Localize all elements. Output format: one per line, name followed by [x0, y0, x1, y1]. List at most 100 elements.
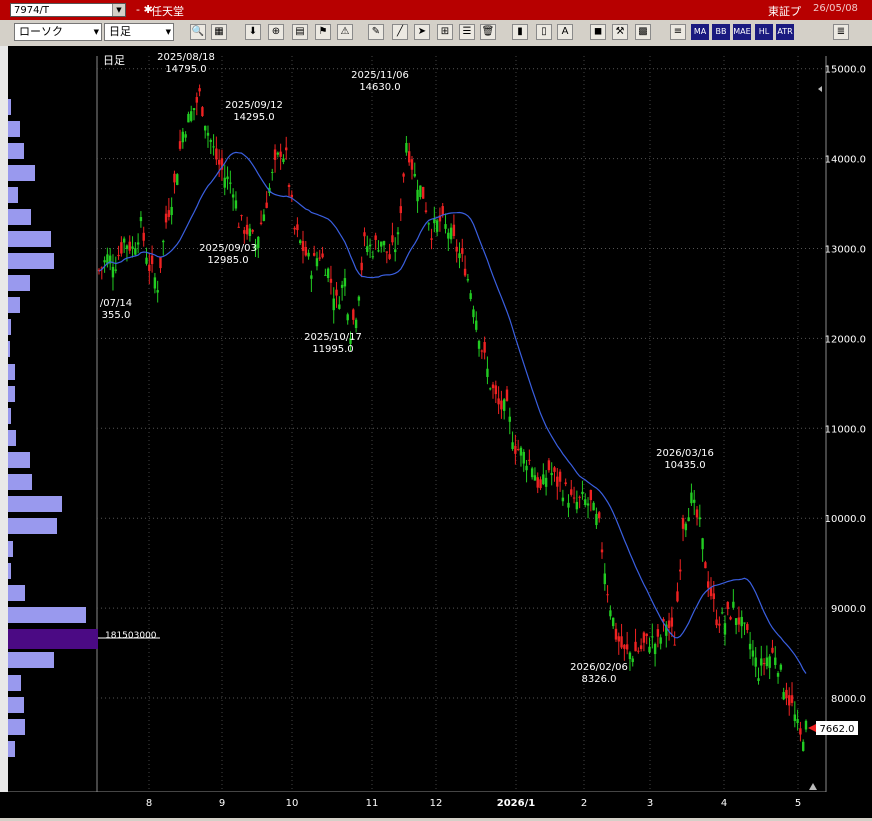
- x-tick-label: 10: [286, 798, 299, 809]
- candle: [338, 304, 341, 309]
- candlestick-chart[interactable]: 8000.0 9000.0 10000.0 11000.0 12000.0 13000.0…: [0, 46, 872, 818]
- date-label: 26/05/08: [813, 3, 858, 14]
- search-icon[interactable]: 🔍: [190, 24, 206, 40]
- candle: [229, 182, 232, 184]
- menu-icon[interactable]: ≣: [833, 24, 849, 40]
- candle: [516, 449, 520, 451]
- annotation-date: 2025/09/12: [225, 100, 283, 111]
- candle: [514, 445, 517, 454]
- candle: [556, 476, 559, 487]
- chart-panel[interactable]: 8000.0 9000.0 10000.0 11000.0 12000.0 13000.0…: [0, 46, 872, 818]
- candle: [209, 140, 212, 142]
- volume-profile-bar: [8, 518, 57, 534]
- candle: [396, 232, 400, 235]
- candle: [382, 241, 386, 246]
- chevron-down-icon[interactable]: ▼: [112, 4, 125, 16]
- candle: [176, 174, 179, 185]
- candle: [804, 720, 808, 730]
- flag-icon[interactable]: ⚑: [315, 24, 331, 40]
- all-icon[interactable]: A: [557, 24, 573, 40]
- chart-type-select[interactable]: ローソク ▼: [14, 23, 102, 41]
- candle: [366, 246, 369, 253]
- zoom-icon[interactable]: ⊕: [268, 24, 284, 40]
- candle: [475, 320, 478, 330]
- volume-profile-bar: [8, 165, 35, 181]
- indicator-ma-button[interactable]: MA: [691, 24, 709, 40]
- candle: [628, 652, 632, 660]
- candle: [592, 502, 595, 511]
- candle: [153, 277, 157, 289]
- candle: [720, 612, 724, 614]
- candle: [103, 260, 106, 263]
- candle: [371, 256, 375, 258]
- candle: [368, 244, 372, 247]
- arrow-down-icon[interactable]: ⬇: [245, 24, 261, 40]
- candle: [203, 125, 207, 131]
- indicator-mae-button[interactable]: MAE: [733, 24, 751, 40]
- x-tick-label: 3: [647, 798, 653, 809]
- candle: [114, 269, 117, 271]
- indicator-hl-button[interactable]: HL: [755, 24, 773, 40]
- x-tick-label: 2026/1: [497, 798, 535, 809]
- candle: [572, 497, 576, 499]
- candle: [743, 622, 746, 624]
- candle: [639, 645, 643, 650]
- candle2-icon[interactable]: ▯: [536, 24, 552, 40]
- volume-profile-bar: [8, 408, 11, 424]
- candle: [681, 518, 685, 529]
- candle: [586, 503, 590, 506]
- box-icon[interactable]: ◼: [590, 24, 606, 40]
- list-icon[interactable]: ☰: [459, 24, 475, 40]
- candle: [142, 232, 145, 241]
- trash-icon[interactable]: 🗑: [480, 24, 496, 40]
- palette-icon[interactable]: ▩: [635, 24, 651, 40]
- indicator-atr-button[interactable]: ATR: [776, 24, 794, 40]
- indicator-bb-button[interactable]: BB: [712, 24, 730, 40]
- candle: [282, 158, 285, 162]
- candle: [201, 107, 204, 117]
- candle: [321, 253, 324, 258]
- candle: [578, 496, 581, 498]
- x-tick-label: 12: [430, 798, 443, 809]
- candle: [561, 497, 565, 502]
- candle: [698, 517, 702, 520]
- candle: [634, 641, 637, 652]
- grid-icon[interactable]: ▦: [211, 24, 227, 40]
- candle: [293, 227, 296, 230]
- data-icon[interactable]: ≡: [670, 24, 686, 40]
- market-label: 東証プ: [768, 5, 801, 18]
- candle: [737, 617, 741, 625]
- ruler-icon[interactable]: ⊞: [437, 24, 453, 40]
- candle: [544, 477, 548, 487]
- x-tick-label: 4: [721, 798, 727, 809]
- candle: [125, 245, 129, 249]
- volume-profile-bar: [8, 99, 11, 115]
- warning-icon[interactable]: ⚠: [337, 24, 353, 40]
- cursor-icon[interactable]: ➤: [414, 24, 430, 40]
- candle: [723, 623, 727, 635]
- line-tool-icon[interactable]: ╱: [392, 24, 408, 40]
- wrench-icon[interactable]: ⚒: [612, 24, 628, 40]
- candle: [679, 569, 682, 572]
- candle: [734, 618, 738, 626]
- candle: [558, 471, 562, 482]
- ticker-code-input[interactable]: 7974/T ▼: [10, 3, 126, 17]
- annotation-date: 2025/08/18: [157, 52, 215, 63]
- period-select[interactable]: 日足 ▼: [104, 23, 174, 41]
- candle: [522, 451, 525, 464]
- candle: [472, 309, 475, 318]
- candle: [184, 134, 187, 138]
- volume-profile-bar: [8, 629, 98, 649]
- candle: [570, 489, 573, 495]
- pen-icon[interactable]: ✎: [368, 24, 384, 40]
- candle: [729, 617, 732, 620]
- x-tick-label: 9: [219, 798, 225, 809]
- candle: [505, 389, 509, 401]
- candle: [290, 194, 294, 198]
- candle-icon[interactable]: ▮: [512, 24, 528, 40]
- table-icon[interactable]: ▤: [292, 24, 308, 40]
- candle: [567, 502, 570, 508]
- annotation-price: 12985.0: [207, 255, 248, 266]
- current-price-label: 7662.0: [820, 724, 855, 735]
- candle: [771, 647, 774, 653]
